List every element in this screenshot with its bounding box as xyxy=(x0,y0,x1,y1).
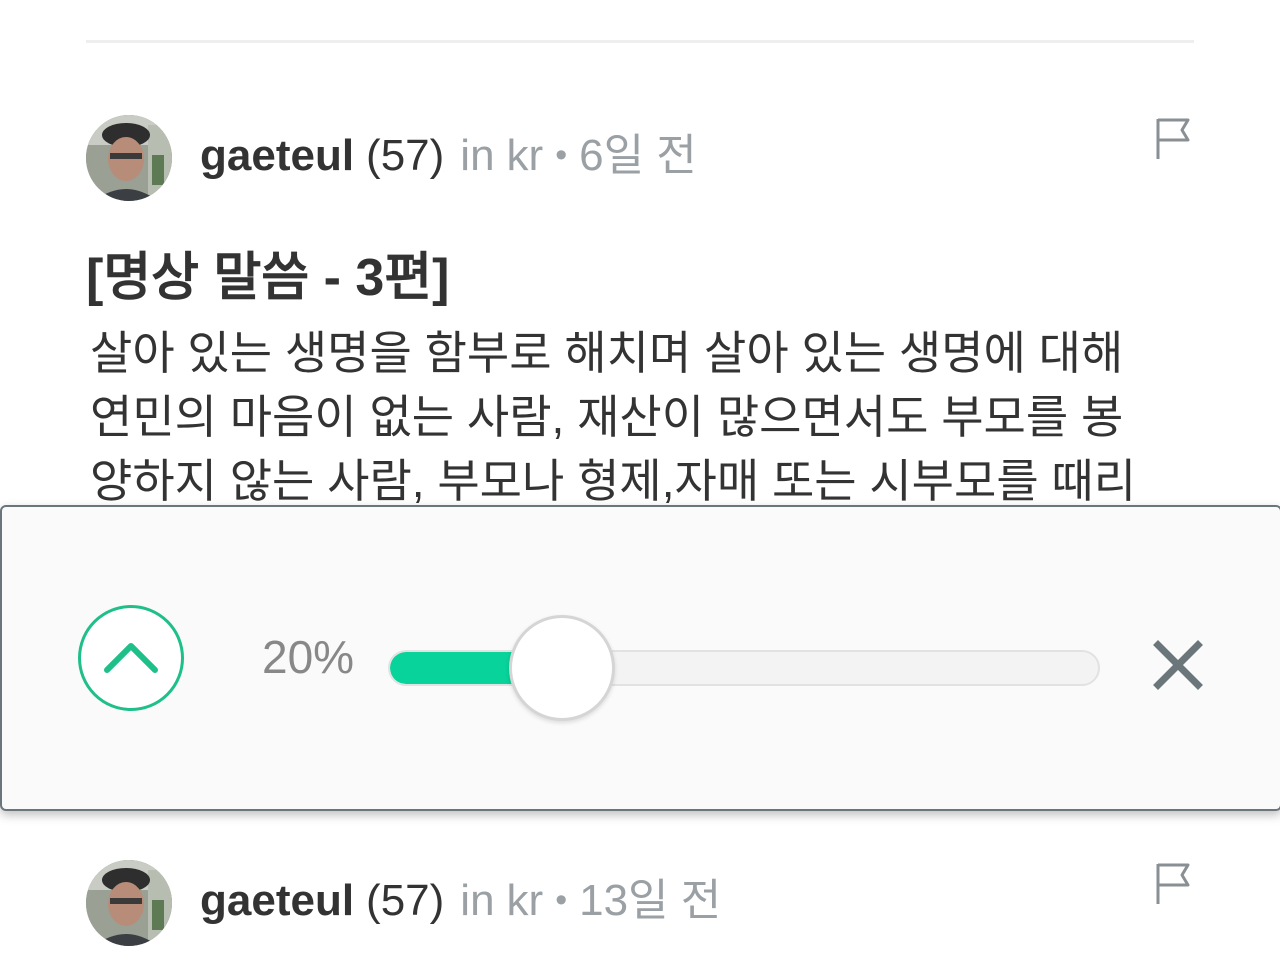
post-body-line: 양하지 않는 사람, 부모나 형제,자매 또는 시부모를 때리 xyxy=(90,455,1137,507)
chevron-up-icon xyxy=(104,643,158,673)
flag-icon[interactable] xyxy=(1154,115,1194,165)
post-header: gaeteul (57) in kr • 13일 전 xyxy=(86,860,1194,950)
post-time: 6일 전 xyxy=(579,131,697,180)
post-body[interactable]: 살아 있는 생명을 함부로 해치며 살아 있는 생명에 대해 연민의 마음이 없… xyxy=(86,321,1194,513)
avatar-image xyxy=(86,860,172,946)
post-body-line: 살아 있는 생명을 함부로 해치며 살아 있는 생명에 대해 xyxy=(90,327,1124,379)
post-header: gaeteul (57) in kr • 6일 전 xyxy=(86,115,1194,205)
avatar-image xyxy=(86,115,172,201)
post-time: 13일 전 xyxy=(579,876,722,925)
separator-dot: • xyxy=(555,881,568,919)
vote-weight-label: 20% xyxy=(262,631,355,683)
post-meta: gaeteul (57) in kr • 13일 전 xyxy=(200,872,721,933)
category-link[interactable]: kr xyxy=(507,876,544,925)
flag-icon[interactable] xyxy=(1154,860,1194,910)
category-link[interactable]: kr xyxy=(507,131,544,180)
collapse-button[interactable] xyxy=(78,605,184,711)
divider xyxy=(86,40,1194,43)
post-body-line: 연민의 마음이 없는 사람, 재산이 많으면서도 부모를 봉 xyxy=(90,391,1124,443)
page: gaeteul (57) in kr • 6일 전 [명상 말씀 - 3편] 살아 있는 … xyxy=(0,0,1280,980)
separator-dot: • xyxy=(555,136,568,174)
reputation-score: (57) xyxy=(366,876,445,925)
author-link[interactable]: gaeteul xyxy=(200,876,354,925)
post-meta: gaeteul (57) in kr • 6일 전 xyxy=(200,127,697,188)
reputation-score: (57) xyxy=(366,131,445,180)
post-title[interactable]: [명상 말씀 - 3편] xyxy=(86,243,1194,313)
post-card: gaeteul (57) in kr • 13일 전 xyxy=(86,860,1194,950)
slider-thumb[interactable] xyxy=(508,615,615,721)
avatar[interactable] xyxy=(86,115,172,201)
close-icon[interactable] xyxy=(1150,637,1206,693)
vote-weight-slider[interactable] xyxy=(388,650,1100,686)
author-link[interactable]: gaeteul xyxy=(200,131,354,180)
in-label: in xyxy=(460,131,495,180)
avatar[interactable] xyxy=(86,860,172,946)
vote-slider-panel: 20% xyxy=(0,505,1280,811)
in-label: in xyxy=(460,876,495,925)
post-card: gaeteul (57) in kr • 6일 전 [명상 말씀 - 3편] 살아 있는 … xyxy=(86,115,1194,513)
